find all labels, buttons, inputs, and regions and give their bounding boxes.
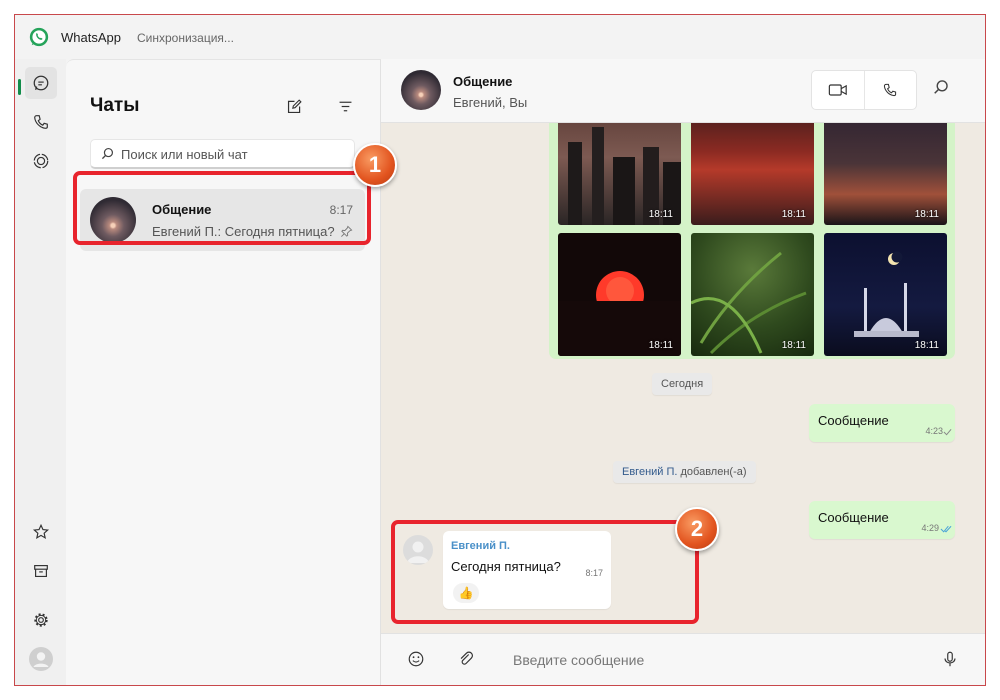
voice-message-button[interactable] bbox=[939, 648, 961, 670]
voice-call-button[interactable] bbox=[863, 71, 916, 109]
title-bar: WhatsApp Синхронизация... bbox=[15, 15, 985, 59]
message-composer bbox=[381, 633, 985, 685]
system-notice: Евгений П. добавлен(-а) bbox=[613, 461, 756, 483]
search-input[interactable] bbox=[121, 140, 346, 168]
profile-avatar bbox=[29, 647, 53, 671]
filter-icon bbox=[339, 101, 351, 111]
outgoing-message[interactable]: Сообщение 4:29 bbox=[809, 501, 955, 539]
conversation-avatar bbox=[401, 70, 441, 110]
rail-calls-button[interactable] bbox=[25, 106, 57, 138]
photo-sunset-image bbox=[558, 271, 681, 356]
message-time: 4:29 bbox=[921, 523, 939, 533]
rail-profile-button[interactable] bbox=[25, 643, 57, 675]
archive-icon bbox=[34, 565, 48, 577]
step-badge-2: 2 bbox=[675, 507, 719, 551]
new-chat-button[interactable] bbox=[282, 94, 306, 118]
message-time: 4:23 bbox=[925, 426, 943, 436]
rail-status-button[interactable] bbox=[25, 145, 57, 177]
sync-status: Синхронизация... bbox=[137, 31, 234, 45]
photo-album: 18:11 18:11 18:11 18:11 18:11 18:11 bbox=[549, 123, 955, 359]
starred-icon bbox=[32, 523, 50, 540]
photo-time: 18:11 bbox=[781, 340, 806, 351]
paperclip-icon bbox=[460, 651, 473, 665]
photo-ferns-image bbox=[691, 251, 807, 355]
video-call-button[interactable] bbox=[812, 71, 864, 109]
app-window: WhatsApp Синхронизация... Чаты Поиск или… bbox=[14, 14, 986, 686]
conversation-title: Общение bbox=[453, 74, 513, 89]
phone-icon bbox=[884, 83, 897, 97]
call-buttons bbox=[811, 70, 917, 110]
filter-button[interactable] bbox=[333, 94, 357, 118]
settings-icon bbox=[34, 613, 48, 627]
search-box bbox=[90, 139, 355, 169]
rail-starred-button[interactable] bbox=[25, 516, 57, 548]
highlight-box-incoming-message bbox=[391, 520, 699, 624]
message-text: Сообщение bbox=[818, 413, 889, 428]
calls-icon bbox=[34, 115, 48, 129]
system-notice-action: добавлен(-а) bbox=[680, 466, 747, 478]
emoji-button[interactable] bbox=[405, 648, 427, 670]
chats-icon bbox=[33, 75, 49, 91]
microphone-icon bbox=[944, 651, 956, 667]
read-double-check-icon bbox=[940, 525, 952, 533]
photo-thumbnail[interactable]: 18:11 bbox=[824, 233, 947, 356]
rail-settings-button[interactable] bbox=[25, 604, 57, 636]
system-notice-name: Евгений П. bbox=[622, 466, 678, 478]
photo-time: 18:11 bbox=[781, 209, 806, 220]
conversation-search-icon[interactable] bbox=[933, 79, 949, 95]
photo-time: 18:11 bbox=[648, 209, 673, 220]
rail-chats-button[interactable] bbox=[18, 67, 57, 99]
date-divider: Сегодня bbox=[652, 373, 713, 395]
search-icon bbox=[101, 147, 114, 160]
whatsapp-logo-icon bbox=[29, 27, 49, 47]
photo-time: 18:11 bbox=[648, 340, 673, 351]
app-name: WhatsApp bbox=[61, 30, 121, 45]
chat-list-title: Чаты bbox=[90, 95, 140, 116]
photo-mosque-image bbox=[854, 251, 919, 337]
step-badge-1: 1 bbox=[353, 143, 397, 187]
status-icon bbox=[33, 153, 49, 169]
active-indicator bbox=[18, 79, 21, 95]
chat-list-panel: Чаты Общение 8:17 Евгений П.: Сегодня пя… bbox=[66, 59, 381, 685]
sent-check-icon bbox=[943, 428, 952, 436]
highlight-box-chat-item bbox=[73, 171, 371, 245]
conversation-participants: Евгений, Вы bbox=[453, 95, 528, 110]
photo-time: 18:11 bbox=[914, 209, 939, 220]
rail-archive-button[interactable] bbox=[25, 555, 57, 587]
photo-thumbnail[interactable]: 18:11 bbox=[558, 233, 681, 356]
photo-time: 18:11 bbox=[914, 340, 939, 351]
message-text: Сообщение bbox=[818, 510, 889, 525]
emoji-icon bbox=[408, 651, 424, 667]
video-camera-icon bbox=[828, 84, 847, 96]
conversation-header[interactable]: Общение Евгений, Вы bbox=[381, 59, 985, 123]
compose-icon bbox=[287, 98, 302, 113]
photo-thumbnail[interactable]: 18:11 bbox=[691, 233, 814, 356]
photo-thumbnail[interactable]: 18:11 bbox=[691, 123, 814, 225]
attach-button[interactable] bbox=[455, 648, 477, 670]
photo-thumbnail[interactable]: 18:11 bbox=[558, 123, 681, 225]
nav-rail bbox=[15, 59, 66, 685]
message-input[interactable] bbox=[513, 645, 913, 675]
photo-thumbnail[interactable]: 18:11 bbox=[824, 123, 947, 225]
outgoing-message[interactable]: Сообщение 4:23 bbox=[809, 404, 955, 442]
